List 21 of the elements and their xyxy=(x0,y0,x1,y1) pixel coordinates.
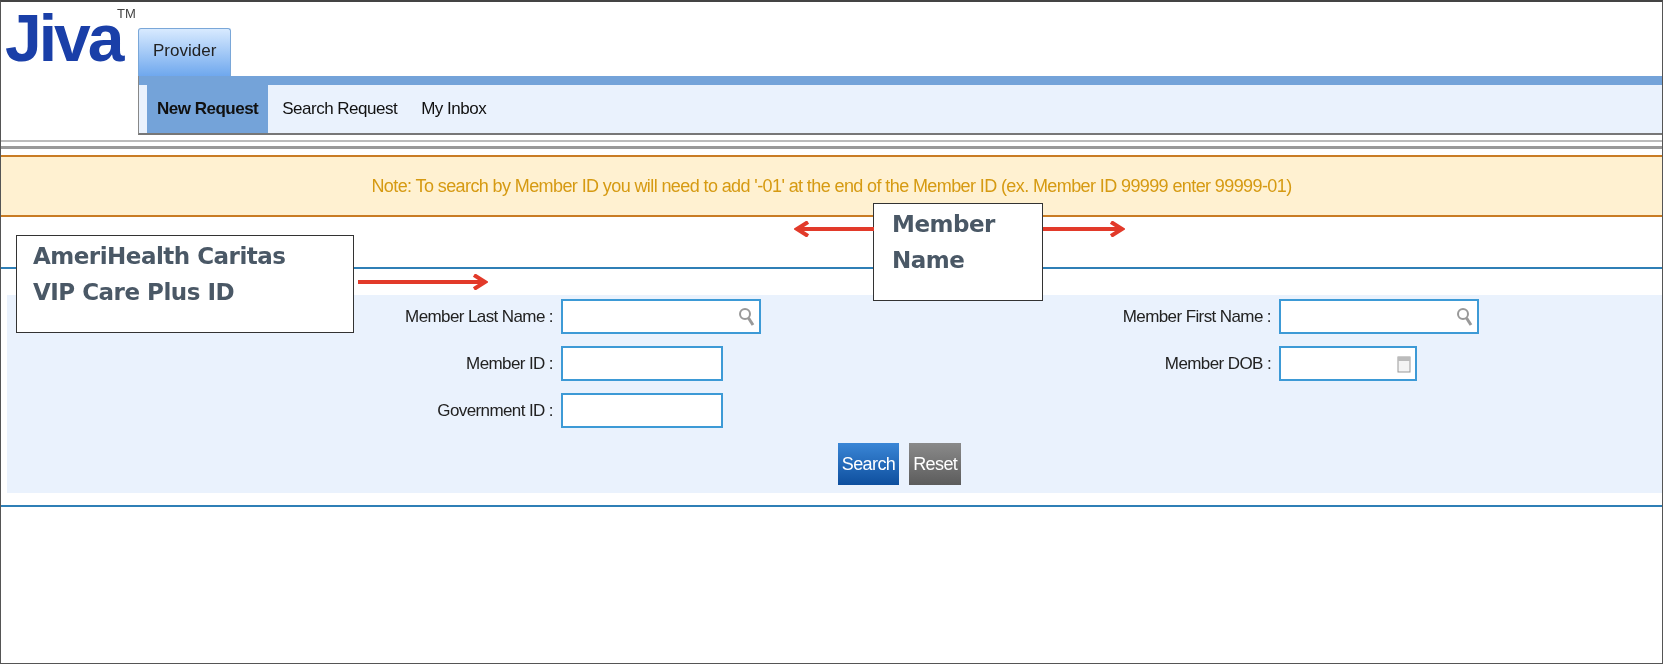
search-icon[interactable] xyxy=(739,306,755,327)
input-field[interactable] xyxy=(561,393,723,428)
input-field[interactable] xyxy=(561,346,723,381)
nav-link[interactable]: My Inbox xyxy=(411,85,497,133)
date-field[interactable] xyxy=(1279,346,1417,381)
nav-link[interactable]: Search Request xyxy=(272,85,408,133)
field-label: Government ID : xyxy=(436,400,554,421)
field-label: Member First Name : xyxy=(1121,306,1272,327)
calendar-icon[interactable] xyxy=(1397,354,1411,373)
reset-button[interactable]: Reset xyxy=(909,443,962,485)
field-label: Member ID : xyxy=(465,353,554,374)
nav-link[interactable]: New Request xyxy=(147,85,269,133)
input-field[interactable] xyxy=(1279,299,1479,334)
field-label: Member DOB : xyxy=(1163,353,1272,374)
search-button[interactable]: Search xyxy=(837,443,900,485)
tab[interactable]: Provider xyxy=(138,28,232,76)
search-icon[interactable] xyxy=(1457,306,1473,327)
field-label: Member Last Name : xyxy=(404,306,554,327)
input-field[interactable] xyxy=(561,299,761,334)
callout-box: Member Name xyxy=(873,203,1043,301)
callout-box: AmeriHealth Caritas VIP Care Plus ID xyxy=(16,235,354,333)
